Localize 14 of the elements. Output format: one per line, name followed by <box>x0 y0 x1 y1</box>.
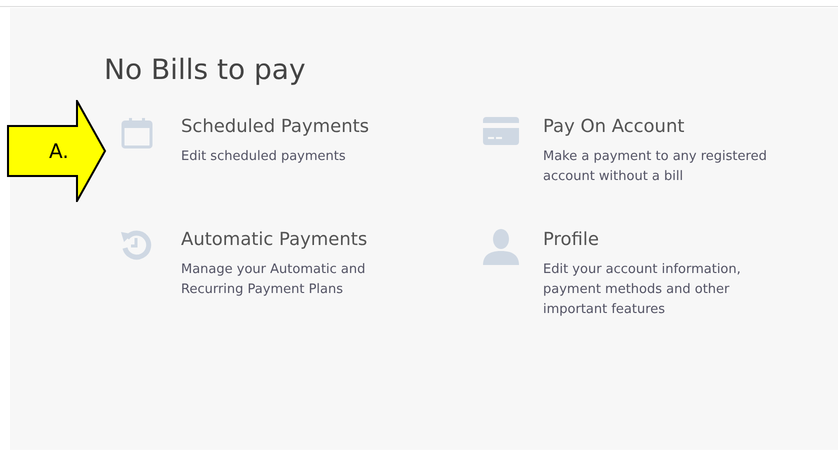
callout-label: A. <box>49 140 69 162</box>
history-icon <box>120 229 152 261</box>
user-icon <box>482 229 520 265</box>
calendar-icon <box>120 116 154 150</box>
card-title[interactable]: Scheduled Payments <box>181 114 370 140</box>
card-description: Make a payment to any registered account without a bill <box>543 148 768 186</box>
page-heading: No Bills to pay <box>104 52 306 88</box>
card-description: Edit your account information, payment methods and other important features <box>543 261 742 319</box>
card-icon <box>482 116 520 146</box>
card-title[interactable]: Profile <box>543 227 599 253</box>
card-description: Manage your Automatic and Recurring Payment Plans <box>181 261 366 299</box>
card-description: Edit scheduled payments <box>181 148 347 166</box>
card-title[interactable]: Pay On Account <box>543 114 684 140</box>
card-title[interactable]: Automatic Payments <box>181 227 368 253</box>
